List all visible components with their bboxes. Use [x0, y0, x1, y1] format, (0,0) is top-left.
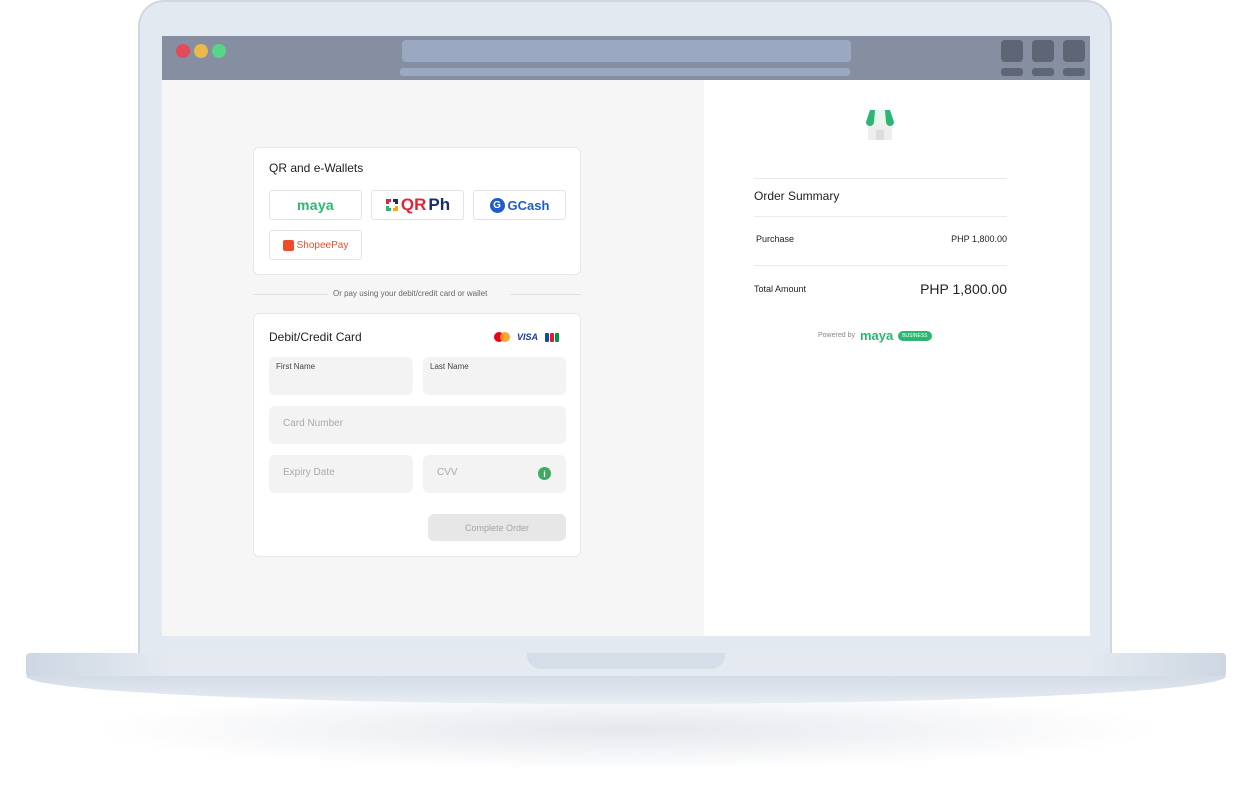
toolbar-button-shadow — [1032, 68, 1054, 76]
expiry-date-input[interactable]: Expiry Date — [269, 455, 413, 493]
maximize-window-icon[interactable] — [212, 44, 226, 58]
gcash-logo: G GCash — [489, 197, 550, 213]
close-window-icon[interactable] — [176, 44, 190, 58]
order-summary-title: Order Summary — [754, 189, 840, 203]
gcash-icon: G — [489, 197, 505, 213]
mastercard-icon — [494, 332, 510, 342]
purchase-label: Purchase — [756, 234, 795, 244]
qrph-logo-ph: Ph — [428, 195, 451, 214]
summary-divider — [754, 216, 1007, 217]
complete-order-button[interactable]: Complete Order — [428, 514, 566, 541]
toolbar-button-3[interactable] — [1063, 40, 1085, 62]
jcb-icon — [545, 332, 560, 342]
screen: QR and e-Wallets maya QR Ph G GCash Shop… — [162, 36, 1090, 636]
powered-by-text: Powered by — [818, 332, 855, 339]
laptop-base-bottom — [26, 676, 1226, 704]
summary-divider-bottom — [754, 265, 1007, 266]
first-name-label: First Name — [276, 362, 316, 371]
minimize-window-icon[interactable] — [194, 44, 208, 58]
qr-icon — [385, 199, 398, 211]
toolbar-button-1[interactable] — [1001, 40, 1023, 62]
wallet-gcash-button[interactable]: G GCash — [473, 190, 566, 220]
purchase-amount: PHP 1,800.00 — [951, 234, 1007, 244]
powered-by: Powered by maya BUSINESS — [818, 328, 932, 343]
card-brand-icons: VISA — [494, 332, 560, 342]
maya-logo: maya — [296, 197, 334, 213]
cvv-placeholder: CVV — [437, 467, 458, 478]
divider-text: Or pay using your debit/credit card or w… — [333, 289, 488, 298]
wallet-maya-button[interactable]: maya — [269, 190, 362, 220]
total-amount-label: Total Amount — [754, 284, 807, 294]
divider-line-left — [253, 294, 328, 295]
wallet-shopeepay-button[interactable]: ShopeePay — [269, 230, 362, 260]
card-number-placeholder: Card Number — [283, 418, 344, 429]
card-form-title: Debit/Credit Card — [269, 330, 362, 344]
toolbar-button-2[interactable] — [1032, 40, 1054, 62]
qrph-logo: QR Ph — [385, 195, 450, 215]
maya-business-logo: maya — [859, 328, 894, 343]
expiry-date-placeholder: Expiry Date — [283, 467, 335, 478]
total-amount-value: PHP 1,800.00 — [920, 281, 1007, 297]
gcash-logo-label: GCash — [507, 197, 550, 213]
wallet-qrph-button[interactable]: QR Ph — [371, 190, 464, 220]
order-summary-panel: Order Summary Purchase PHP 1,800.00 Tota… — [704, 80, 1090, 636]
laptop-notch — [527, 653, 725, 669]
info-icon[interactable]: i — [538, 467, 551, 480]
shopee-bag-icon — [282, 239, 294, 251]
browser-toolbar — [162, 36, 1090, 80]
shopeepay-logo-label: ShopeePay — [296, 239, 349, 251]
divider-line-right — [510, 294, 581, 295]
last-name-field[interactable]: Last Name — [423, 357, 566, 395]
visa-icon: VISA — [517, 332, 539, 342]
card-form: Debit/Credit Card VISA First Name Last N… — [253, 313, 581, 557]
wallets-card: QR and e-Wallets maya QR Ph G GCash Shop… — [253, 147, 581, 275]
payment-panel: QR and e-Wallets maya QR Ph G GCash Shop… — [162, 80, 704, 636]
address-bar[interactable] — [402, 40, 851, 62]
wallets-title: QR and e-Wallets — [269, 161, 364, 175]
toolbar-button-shadow — [1063, 68, 1085, 76]
card-number-input[interactable]: Card Number — [269, 406, 566, 444]
shopeepay-logo: ShopeePay — [282, 239, 349, 251]
qrph-logo-qr: QR — [400, 195, 427, 214]
business-badge: BUSINESS — [898, 330, 932, 341]
first-name-field[interactable]: First Name — [269, 357, 413, 395]
address-bar-shadow — [400, 68, 850, 76]
cvv-input[interactable]: CVV i — [423, 455, 566, 493]
store-icon — [866, 110, 894, 140]
toolbar-button-shadow — [1001, 68, 1023, 76]
last-name-label: Last Name — [430, 362, 469, 371]
summary-divider-top — [754, 178, 1007, 179]
